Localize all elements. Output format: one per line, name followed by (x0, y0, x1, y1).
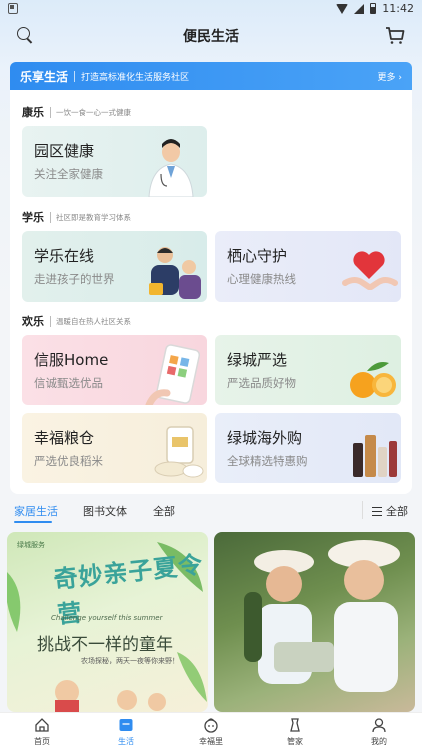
card-title: 绿城海外购 (227, 429, 303, 447)
home-icon (34, 717, 50, 733)
card-xinfu-home[interactable]: 信服Home 信诚甄选优品 (22, 335, 207, 405)
poster-slogan: 挑战不一样的童年 (37, 635, 173, 655)
card-park-health[interactable]: 园区健康 关注全家健康 (22, 126, 207, 197)
poster-english-tagline: Challenge yourself this summer (51, 614, 163, 622)
list-icon (372, 506, 382, 516)
card-subtitle: 心理健康热线 (227, 272, 296, 286)
card-title: 绿城严选 (227, 351, 288, 369)
card-title: 幸福粮仓 (34, 429, 95, 447)
card-subtitle: 信诚甄选优品 (34, 376, 103, 390)
status-icons: 11:42 (336, 2, 414, 15)
section-xuele: 学乐 社区即是教育学习体系 (22, 209, 131, 225)
bottom-navigation: 首页 生活 幸福里 管家 我的 (0, 712, 422, 750)
phone-shopping-illustration (145, 344, 201, 405)
family-illustration (149, 247, 201, 299)
rice-bag-illustration (154, 426, 204, 478)
banner-more-label: 更多 (377, 73, 396, 83)
section-subtitle: 社区即是教育学习体系 (50, 211, 131, 223)
feed-card-kids-photo[interactable] (214, 532, 415, 712)
section-title: 欢乐 (22, 315, 44, 328)
section-subtitle: 一饮一食一心一式健康 (50, 106, 131, 118)
card-title: 学乐在线 (34, 247, 95, 265)
card-subtitle: 走进孩子的世界 (34, 272, 115, 286)
section-title: 学乐 (22, 211, 44, 224)
status-bar: 11:42 (0, 0, 422, 18)
nav-label: 我的 (371, 737, 387, 746)
card-lvcheng-select[interactable]: 绿城严选 严选品质好物 (215, 335, 401, 405)
section-kangle: 康乐 一饮一食一心一式健康 (22, 104, 131, 120)
happiness-icon (203, 717, 219, 733)
kids-photo (244, 540, 400, 692)
nav-label: 首页 (34, 737, 50, 746)
tab-home-life[interactable]: 家居生活 (14, 503, 58, 519)
nav-butler[interactable]: 管家 (265, 717, 325, 747)
battery-icon (370, 3, 377, 14)
all-categories-label: 全部 (386, 505, 408, 518)
promo-banner[interactable]: 乐享生活 打造高标准化生活服务社区 更多 › (10, 62, 412, 90)
active-tab-indicator (14, 521, 52, 523)
page-title: 便民生活 (183, 29, 239, 45)
nav-label: 幸福里 (199, 737, 223, 746)
banner-brand: 乐享生活 (20, 69, 69, 84)
section-title: 康乐 (22, 106, 44, 119)
doctor-illustration (148, 139, 194, 197)
banner-divider (74, 70, 76, 82)
poster-note: 农场探秘，两天一夜等你来野！ (81, 657, 179, 665)
profile-icon (371, 717, 387, 733)
card-title: 栖心守护 (227, 247, 288, 265)
nav-mine[interactable]: 我的 (349, 717, 409, 747)
card-subtitle: 关注全家健康 (34, 167, 103, 181)
tab-books-culture[interactable]: 图书文体 (83, 503, 127, 519)
tab-divider (362, 501, 363, 519)
services-panel: 康乐 一饮一食一心一式健康 园区健康 关注全家健康 学乐 社区即是教育学习体系 … (10, 90, 412, 494)
section-subtitle: 温暖自在热人社区关系 (50, 315, 131, 327)
all-categories-button[interactable]: 全部 (362, 501, 408, 519)
nav-happiness[interactable]: 幸福里 (181, 717, 241, 747)
feed-card-summer-camp[interactable]: 绿城服务 奇妙亲子夏令营 Challenge yourself this sum… (7, 532, 208, 712)
app-notification-icon (8, 3, 18, 14)
wifi-icon (336, 3, 349, 14)
nav-life[interactable]: 生活 (96, 717, 156, 747)
heart-hands-illustration (342, 251, 398, 290)
status-time: 11:42 (382, 2, 414, 15)
card-mind-care[interactable]: 栖心守护 心理健康热线 (215, 231, 401, 302)
card-title: 信服Home (34, 351, 109, 369)
card-study-online[interactable]: 学乐在线 走进孩子的世界 (22, 231, 207, 302)
card-overseas-shopping[interactable]: 绿城海外购 全球精选特惠购 (215, 413, 401, 483)
card-subtitle: 严选品质好物 (227, 376, 296, 390)
banner-slogan: 打造高标准化生活服务社区 (81, 72, 190, 83)
banner-more-link[interactable]: 更多 › (378, 70, 402, 83)
cosmetics-illustration (353, 435, 397, 477)
card-title: 园区健康 (34, 142, 95, 160)
card-happy-granary[interactable]: 幸福粮仓 严选优良稻米 (22, 413, 207, 483)
nav-home[interactable]: 首页 (12, 717, 72, 747)
signal-icon (354, 3, 365, 14)
card-subtitle: 全球精选特惠购 (227, 454, 308, 468)
top-header: 便民生活 (0, 18, 422, 52)
card-subtitle: 严选优良稻米 (34, 454, 103, 468)
cart-icon[interactable] (384, 24, 406, 46)
life-icon (118, 717, 134, 733)
nav-label: 生活 (118, 737, 134, 746)
category-tabs: 家居生活 图书文体 全部 全部 (0, 497, 422, 525)
section-huanle: 欢乐 温暖自在热人社区关系 (22, 313, 131, 329)
tab-all[interactable]: 全部 (153, 503, 175, 519)
oranges-illustration (350, 362, 396, 398)
butler-icon (287, 717, 303, 733)
nav-label: 管家 (287, 737, 303, 746)
